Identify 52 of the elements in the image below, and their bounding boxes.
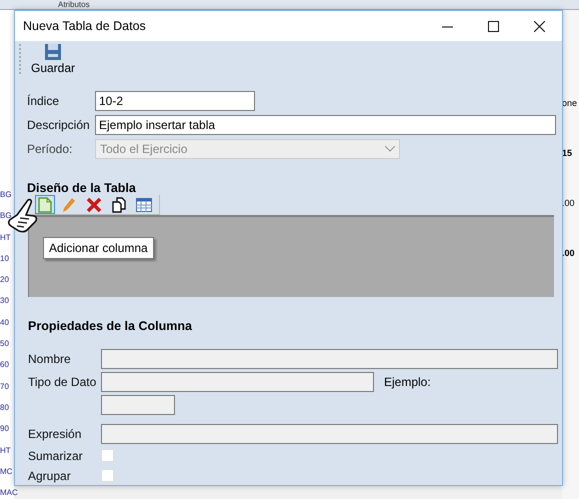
table-cell-text: MC bbox=[0, 466, 14, 477]
save-button[interactable]: Guardar bbox=[27, 44, 80, 75]
field-label: Período: bbox=[27, 142, 74, 156]
table-cell-text: 30 bbox=[0, 296, 10, 306]
text-field[interactable]: 10-2 bbox=[95, 91, 255, 111]
field-label: Tipo de Dato bbox=[28, 375, 98, 389]
chevron-down-icon bbox=[385, 146, 395, 152]
section-title: Propiedades de la Columna bbox=[27, 318, 193, 333]
table-cell-text: .00 bbox=[562, 248, 576, 258]
table-cell-text: .00 bbox=[562, 198, 576, 208]
add-tool-button[interactable] bbox=[35, 195, 55, 214]
table-cell-text: 90 bbox=[0, 424, 10, 434]
text-field[interactable]: Ejemplo insertar tabla bbox=[95, 115, 556, 135]
table-cell-text: 70 bbox=[0, 382, 10, 392]
tooltip: Adicionar columna bbox=[43, 237, 154, 259]
pencil-icon bbox=[62, 196, 76, 212]
expression-field[interactable] bbox=[101, 424, 558, 444]
table-cell-text: 60 bbox=[0, 360, 10, 370]
table-cell-text: 40 bbox=[0, 318, 10, 328]
checkbox-label: Agrupar bbox=[28, 468, 72, 482]
table-cell-text: 20 bbox=[0, 275, 10, 286]
field-label: Descripción bbox=[27, 118, 91, 132]
table-cell-text: HT bbox=[0, 232, 12, 243]
window-title: Nueva Tabla de Datos bbox=[22, 19, 147, 33]
field-label: Expresión bbox=[28, 427, 82, 441]
example-field[interactable] bbox=[101, 395, 175, 415]
copy-icon bbox=[112, 196, 126, 212]
delete-icon bbox=[86, 196, 102, 212]
table-cell-text: BG bbox=[0, 190, 13, 200]
name-field[interactable] bbox=[101, 349, 558, 369]
field-label: Nombre bbox=[28, 352, 72, 366]
table-cell-text: 50 bbox=[0, 339, 10, 350]
data-type-field[interactable] bbox=[101, 372, 374, 392]
checkbox-label: Sumarizar bbox=[28, 448, 84, 462]
field-label: Índice bbox=[27, 94, 60, 108]
section-title: Diseño de la Tabla bbox=[26, 180, 137, 195]
table-tool-button[interactable] bbox=[133, 195, 155, 214]
checkbox[interactable] bbox=[101, 449, 114, 462]
table-icon bbox=[136, 198, 152, 212]
table-cell-text: 10 bbox=[0, 254, 10, 264]
close-icon bbox=[534, 20, 544, 32]
column-header: Atributos bbox=[58, 0, 90, 9]
new-document-icon bbox=[38, 196, 52, 212]
maximize-icon bbox=[488, 20, 498, 32]
table-cell-text: BG bbox=[0, 211, 13, 222]
checkbox[interactable] bbox=[101, 469, 114, 482]
table-cell-text: 80 bbox=[0, 402, 10, 413]
table-cell-text: one bbox=[562, 98, 578, 108]
table-cell-text: 15 bbox=[562, 148, 574, 158]
table-cell-text: HT bbox=[0, 446, 12, 456]
save-icon bbox=[45, 44, 62, 60]
field-label: Ejemplo: bbox=[384, 375, 431, 389]
